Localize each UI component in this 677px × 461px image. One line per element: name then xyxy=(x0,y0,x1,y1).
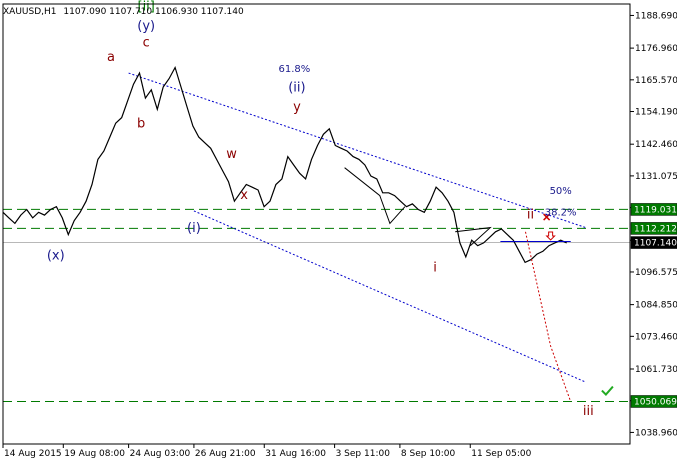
wave-label: w xyxy=(226,147,237,162)
y-tick-label: 1131.075 xyxy=(635,172,677,182)
wave-label: (i) xyxy=(187,221,201,236)
y-tick-label: 1096.575 xyxy=(635,268,677,278)
y-tick-label: 1061.730 xyxy=(635,365,677,375)
svg-text:XAUUSD,H1 1107.090 1107.: XAUUSD,H1 1107.090 1107.710 1106.930 110… xyxy=(3,7,244,17)
fib-level-label: 38.2% xyxy=(545,207,577,218)
fib-level-label: 61.8% xyxy=(279,64,311,75)
wave-label: a xyxy=(107,50,115,65)
y-tick-label: 1154.190 xyxy=(635,108,677,118)
level-tag: 1119.031 xyxy=(634,205,677,215)
level-tag: 1050.069 xyxy=(634,397,677,407)
wave-label: i xyxy=(433,260,437,275)
price-chart[interactable]: [ii](y)cab61.8%(ii)ywx(i)(x)iii50%38.2%i… xyxy=(0,0,677,461)
wave-label: b xyxy=(137,116,145,131)
x-tick-label: 19 Aug 08:00 xyxy=(64,449,125,459)
x-tick-label: 26 Aug 21:00 xyxy=(195,449,256,459)
chart-window: [ii] (y) c a b 61.8% (ii) y w x (i) (x) i ii 50% 38.2% i… xyxy=(0,0,677,461)
y-tick-label: 1073.460 xyxy=(635,332,677,342)
y-tick-label: 1176.960 xyxy=(635,44,677,54)
current-price-tag: 1107.140 xyxy=(634,239,677,249)
wave-label: x xyxy=(240,188,248,203)
wave-label: (ii) xyxy=(288,81,305,96)
wave-label: c xyxy=(143,36,150,51)
wave-label: y xyxy=(293,100,301,115)
y-tick-label: 1038.960 xyxy=(635,428,677,438)
x-tick-label: 3 Sep 11:00 xyxy=(336,449,391,459)
x-tick-label: 8 Sep 10:00 xyxy=(401,449,456,459)
chart-ohlc: 1107.090 1107.710 1106.930 1107.140 xyxy=(63,7,244,17)
wave-label: ii xyxy=(527,207,534,222)
x-tick-label: 11 Sep 05:00 xyxy=(471,449,531,459)
x-tick-label: 31 Aug 16:00 xyxy=(265,449,326,459)
wave-label: (y) xyxy=(137,19,155,34)
level-tag: 1112.212 xyxy=(634,224,677,234)
y-tick-label: 1188.690 xyxy=(635,11,677,21)
x-tick-label: 14 Aug 2015 xyxy=(4,449,62,459)
chart-background xyxy=(0,0,677,461)
wave-label: (x) xyxy=(47,249,65,264)
wave-label: iii xyxy=(583,404,594,419)
chart-symbol: XAUUSD,H1 xyxy=(3,7,57,17)
y-tick-label: 1084.850 xyxy=(635,301,677,311)
y-tick-label: 1165.570 xyxy=(635,76,677,86)
x-tick-label: 24 Aug 03:00 xyxy=(130,449,191,459)
fib-level-label: 50% xyxy=(550,186,572,197)
y-tick-label: 1142.460 xyxy=(635,140,677,150)
